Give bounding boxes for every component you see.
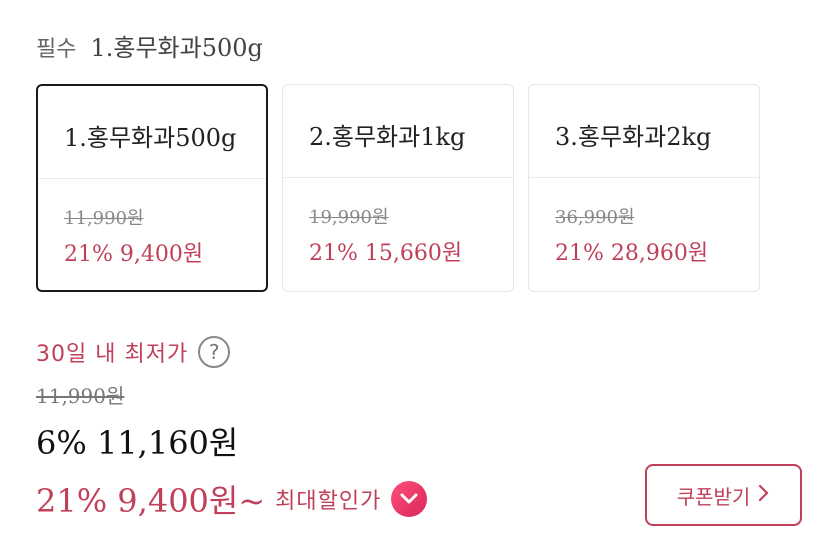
option-card-1kg[interactable]: 2.홍무화과1kg 19,990원 21% 15,660원 [282,84,514,292]
coupon-button-label: 쿠폰받기 [676,484,751,509]
max-discount-row: 21% 9,400원~ 최대할인가 [36,476,428,522]
option-card-2kg[interactable]: 3.홍무화과2kg 36,990원 21% 28,960원 [528,84,760,292]
option-list: 1.홍무화과500g 11,990원 21% 9,400원 2.홍무화과1kg … [36,84,760,292]
coupon-button[interactable]: 쿠폰받기 [645,464,802,526]
required-label: 필수 [36,37,77,62]
option-discount-price: 21% 15,660원 [309,241,463,266]
option-card-500g[interactable]: 1.홍무화과500g 11,990원 21% 9,400원 [36,84,268,292]
option-original-price: 11,990원 [64,208,144,229]
option-divider [529,177,759,178]
option-original-price: 36,990원 [555,207,635,228]
option-header: 필수 1.홍무화과500g [36,28,263,63]
chevron-right-icon [758,483,770,507]
option-discount-price: 21% 9,400원 [64,242,204,267]
option-name: 2.홍무화과1kg [309,123,466,151]
chevron-down-icon[interactable] [391,481,428,517]
option-divider [283,177,513,178]
lowest-price-30days: 30일 내 최저가 ? [36,336,231,368]
selected-option-label: 1.홍무화과500g [90,34,263,62]
current-price: 6% 11,160원 [36,424,239,462]
option-divider [38,178,266,179]
max-discount-label: 최대할인가 [275,489,382,514]
max-discount-price: 21% 9,400원~ [36,482,266,520]
option-discount-price: 21% 28,960원 [555,241,709,266]
lowest-price-label: 30일 내 최저가 [36,342,189,367]
option-name: 1.홍무화과500g [64,124,237,152]
option-original-price: 19,990원 [309,207,389,228]
question-icon[interactable]: ? [198,336,231,368]
option-name: 3.홍무화과2kg [555,123,712,151]
original-price: 11,990원 [36,384,125,408]
